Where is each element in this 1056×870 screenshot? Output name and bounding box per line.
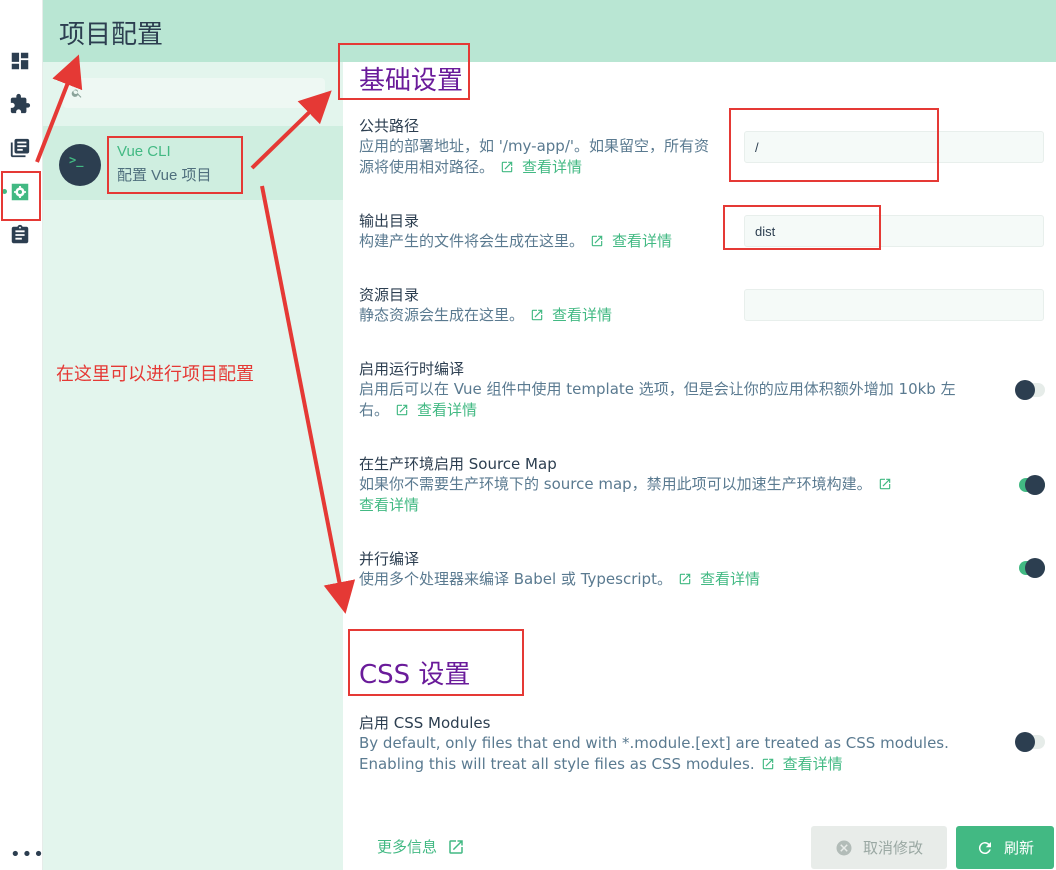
external-link-icon[interactable] [590,233,604,247]
more-details-link[interactable]: 查看详情 [783,755,843,773]
avatar: >_ [59,144,101,186]
more-details-link[interactable]: 查看详情 [417,401,477,419]
prompt-parallel: 并行编译 使用多个处理器来编译 Babel 或 Typescript。 查看详情 [359,549,1049,590]
search-box [63,78,325,108]
toggle-knob [1015,380,1035,400]
cancel-label: 取消修改 [862,839,923,857]
page-title: 项目配置 [59,20,164,50]
annotation-box-plugin [107,136,243,194]
prompt-label: 启用 CSS Modules [359,714,491,732]
settings-content: 基础设置 公共路径 应用的部署地址，如 '/my-app/'。如果留空，所有资源… [343,62,1056,824]
external-link-icon[interactable] [500,159,514,173]
external-link-icon [449,839,463,854]
prompt-description: By default, only files that end with *.m… [359,733,983,775]
refresh-icon [978,841,991,854]
description-text: 构建产生的文件将会生成在这里。 [359,232,585,250]
prompt-label: 在生产环境启用 Source Map [359,455,557,473]
prompt-description: 启用后可以在 Vue 组件中使用 template 选项，但是会让你的应用体积额… [359,379,983,421]
assets-dir-input[interactable] [744,289,1044,321]
search-icon [71,84,83,98]
library-books-icon[interactable] [8,136,32,160]
annotation-text: 在这里可以进行项目配置 [56,364,254,385]
prompt-description: 使用多个处理器来编译 Babel 或 Typescript。 查看详情 [359,569,1049,590]
description-text: By default, only files that end with *.m… [359,734,949,773]
prompt-description: 如果你不需要生产环境下的 source map，禁用此项可以加速生产环境构建。查… [359,474,919,516]
external-link-icon[interactable] [878,476,892,490]
more-info-link[interactable]: 更多信息 [377,836,465,857]
external-link-icon[interactable] [678,571,692,585]
cancel-icon [836,840,852,855]
more-info-label: 更多信息 [377,838,438,856]
annotation-box-output-dir [723,205,881,250]
terminal-icon: >_ [69,153,84,167]
search-input[interactable] [87,78,323,108]
more-details-link[interactable]: 查看详情 [552,306,612,324]
annotation-box-css-title [348,629,524,696]
nav-rail: ••• [0,0,45,870]
page-header: 项目配置 [43,0,1056,62]
prompt-runtime-compiler: 启用运行时编译 启用后可以在 Vue 组件中使用 template 选项，但是会… [359,359,1049,421]
refresh-button[interactable]: 刷新 [956,826,1054,869]
prompt-description: 应用的部署地址，如 '/my-app/'。如果留空，所有资源将使用相对路径。 查看… [359,136,719,178]
toggle-knob [1025,475,1045,495]
prompt-label: 启用运行时编译 [359,360,465,378]
description-text: 使用多个处理器来编译 Babel 或 Typescript。 [359,570,672,588]
parallel-toggle[interactable] [1015,558,1045,578]
annotation-box-basic-title [338,43,470,100]
description-text: 静态资源会生成在这里。 [359,306,525,324]
css-modules-toggle[interactable] [1015,732,1045,752]
toggle-knob [1025,558,1045,578]
cancel-button[interactable]: 取消修改 [811,826,947,869]
annotation-box-nav [1,171,41,221]
more-details-link[interactable]: 查看详情 [522,158,582,176]
toggle-knob [1015,732,1035,752]
prompt-source-map: 在生产环境启用 Source Map 如果你不需要生产环境下的 source m… [359,454,1049,516]
dashboard-icon[interactable] [8,49,32,73]
external-link-icon[interactable] [395,402,409,416]
clipboard-icon[interactable] [8,223,32,247]
description-text: 如果你不需要生产环境下的 source map，禁用此项可以加速生产环境构建。 [359,475,872,493]
prompt-label: 并行编译 [359,550,420,568]
runtime-compiler-toggle[interactable] [1015,380,1045,400]
annotation-box-public-path [729,108,939,182]
more-menu-icon[interactable]: ••• [10,846,45,864]
external-link-icon[interactable] [761,756,775,770]
external-link-icon[interactable] [530,307,544,321]
source-map-toggle[interactable] [1015,475,1045,495]
puzzle-icon[interactable] [8,92,32,116]
refresh-label: 刷新 [1003,839,1034,857]
prompt-css-modules: 启用 CSS Modules By default, only files th… [359,713,1049,775]
more-details-link[interactable]: 查看详情 [359,496,419,514]
action-bar: 更多信息 取消修改 刷新 [343,824,1056,870]
more-details-link[interactable]: 查看详情 [612,232,672,250]
more-details-link[interactable]: 查看详情 [700,570,760,588]
